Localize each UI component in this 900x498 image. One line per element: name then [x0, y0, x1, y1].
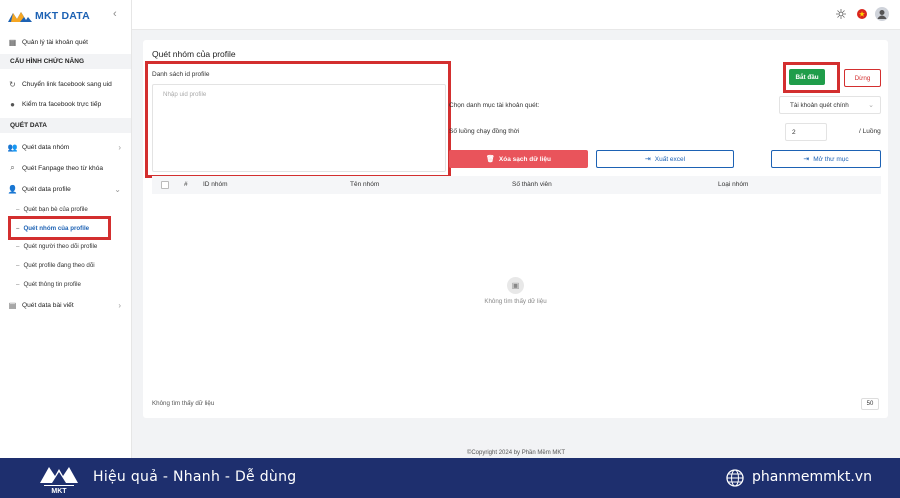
- sidebar-item-convert-link[interactable]: ↻ Chuyển link facebook sang uid: [0, 77, 131, 91]
- category-select[interactable]: Tài khoản quét chính ⌄: [779, 96, 881, 114]
- section-data: QUÉT DATA: [0, 118, 131, 133]
- section-config: CẤU HÌNH CHỨC NĂNG: [0, 54, 131, 69]
- logo-icon: [8, 12, 32, 22]
- sidebar-item-label: Chuyển link facebook sang uid: [22, 80, 112, 88]
- open-folder-button[interactable]: ⇥ Mở thư mục: [771, 150, 881, 168]
- highlight-box: [8, 216, 111, 240]
- table-footer-text: Không tìm thấy dữ liệu: [152, 400, 215, 407]
- clear-data-button[interactable]: 🗑 Xóa sạch dữ liệu: [449, 150, 588, 168]
- sidebar-item-label: Quét Fanpage theo từ khóa: [22, 164, 104, 172]
- trash-icon: 🗑: [486, 156, 495, 163]
- sidebar-item-post-data[interactable]: ▤ Quét data bài viết ›: [0, 298, 131, 312]
- table-header: # ID nhóm Tên nhóm Số thành viên Loại nh…: [152, 176, 881, 194]
- column-header[interactable]: Loại nhóm: [718, 181, 748, 188]
- empty-state: ▣ Không tìm thấy dữ liệu: [143, 277, 888, 305]
- sidebar: MKT DATA ‹ ▦ Quản lý tài khoản quét CẤU …: [0, 0, 132, 458]
- website-link[interactable]: phanmemmkt.vn: [752, 469, 872, 485]
- svg-text:MKT: MKT: [51, 488, 67, 495]
- sidebar-subitem-label: Quét bạn bè của profile: [23, 206, 88, 213]
- open-icon: ⇥: [803, 156, 810, 163]
- slogan: Hiệu quả - Nhanh - Dễ dùng: [93, 469, 297, 485]
- app-logo[interactable]: MKT DATA: [8, 8, 90, 24]
- chevron-down-icon: ⌄: [868, 102, 874, 109]
- threads-input[interactable]: 2: [785, 123, 827, 141]
- open-folder-label: Mở thư mục: [813, 155, 849, 163]
- copyright: ©Copyright 2024 by Phần Mềm MKT: [466, 450, 566, 456]
- sidebar-item-fanpage[interactable]: ⌕ Quét Fanpage theo từ khóa: [0, 161, 131, 175]
- chevron-right-icon: ›: [118, 142, 121, 152]
- sidebar-subitem-following[interactable]: – Quét profile đang theo dõi: [0, 259, 131, 272]
- sidebar-subitem-info[interactable]: – Quét thông tin profile: [0, 278, 131, 291]
- threads-label: Số luồng chạy đồng thời: [449, 128, 520, 135]
- promo-banner: MKT Hiệu quả - Nhanh - Dễ dùng phanmemmk…: [0, 458, 900, 498]
- search-icon: ⌕: [10, 163, 15, 172]
- chevron-right-icon: ›: [118, 300, 121, 310]
- column-header[interactable]: Số thành viên: [512, 181, 552, 188]
- refresh-icon: ↻: [9, 79, 16, 89]
- page-size-select[interactable]: 50: [861, 398, 879, 410]
- language-flag-icon[interactable]: [855, 7, 869, 21]
- category-select-value: Tài khoản quét chính: [790, 101, 849, 109]
- topbar: [132, 0, 900, 30]
- users-icon: 👥: [7, 142, 18, 152]
- sidebar-subitem-followers[interactable]: – Quét người theo dõi profile: [0, 240, 131, 253]
- sidebar-item-group-data[interactable]: 👥 Quét data nhóm ›: [0, 140, 131, 154]
- sidebar-subitem-label: Quét người theo dõi profile: [23, 243, 98, 250]
- sidebar-item-label: Quét data profile: [22, 185, 71, 193]
- highlight-box: [145, 61, 451, 178]
- chevron-down-icon: ⌄: [114, 184, 121, 194]
- threads-unit: / Luồng: [859, 128, 881, 135]
- sidebar-subitem-friends[interactable]: – Quét bạn bè của profile: [0, 203, 131, 216]
- document-icon: ▤: [8, 300, 17, 310]
- mkt-logo-icon: MKT: [40, 467, 78, 495]
- export-icon: ⇥: [644, 156, 651, 163]
- sidebar-item-label: Quản lý tài khoản quét: [22, 38, 88, 46]
- main-card: Quét nhóm của profile Danh sách id profi…: [143, 40, 888, 418]
- select-all-checkbox[interactable]: [161, 181, 169, 189]
- sidebar-item-account[interactable]: ▦ Quản lý tài khoản quét: [0, 35, 131, 49]
- clear-data-label: Xóa sạch dữ liệu: [498, 155, 551, 163]
- empty-box-icon: ▣: [507, 277, 524, 294]
- empty-text: Không tìm thấy dữ liệu: [484, 298, 547, 305]
- avatar[interactable]: [875, 7, 889, 21]
- category-label: Chọn danh mục tài khoản quét:: [449, 102, 540, 109]
- highlight-box: [783, 62, 840, 93]
- export-excel-label: Xuất excel: [654, 155, 686, 163]
- column-header[interactable]: Tên nhóm: [350, 181, 379, 188]
- sidebar-item-label: Quét data bài viết: [22, 301, 74, 309]
- grid-icon: ▦: [8, 37, 17, 47]
- column-header[interactable]: ID nhóm: [203, 181, 228, 188]
- page-title: Quét nhóm của profile: [152, 49, 236, 59]
- sidebar-item-check-facebook[interactable]: ● Kiểm tra facebook trực tiếp: [0, 97, 131, 111]
- sidebar-subitem-label: Quét profile đang theo dõi: [23, 262, 95, 269]
- sidebar-item-profile-data[interactable]: 👤 Quét data profile ⌄: [0, 182, 131, 196]
- column-header: #: [184, 181, 188, 188]
- globe-icon: [726, 469, 744, 487]
- sidebar-item-label: Quét data nhóm: [22, 143, 70, 151]
- check-circle-icon: ●: [10, 99, 15, 109]
- app-name: MKT DATA: [35, 10, 90, 22]
- export-excel-button[interactable]: ⇥ Xuất excel: [596, 150, 734, 168]
- collapse-sidebar-icon[interactable]: ‹: [113, 8, 117, 20]
- sidebar-item-label: Kiểm tra facebook trực tiếp: [22, 100, 102, 108]
- stop-button[interactable]: Dừng: [844, 69, 881, 87]
- user-icon: 👤: [7, 184, 18, 194]
- settings-icon[interactable]: [834, 7, 848, 21]
- sidebar-subitem-label: Quét thông tin profile: [23, 281, 81, 288]
